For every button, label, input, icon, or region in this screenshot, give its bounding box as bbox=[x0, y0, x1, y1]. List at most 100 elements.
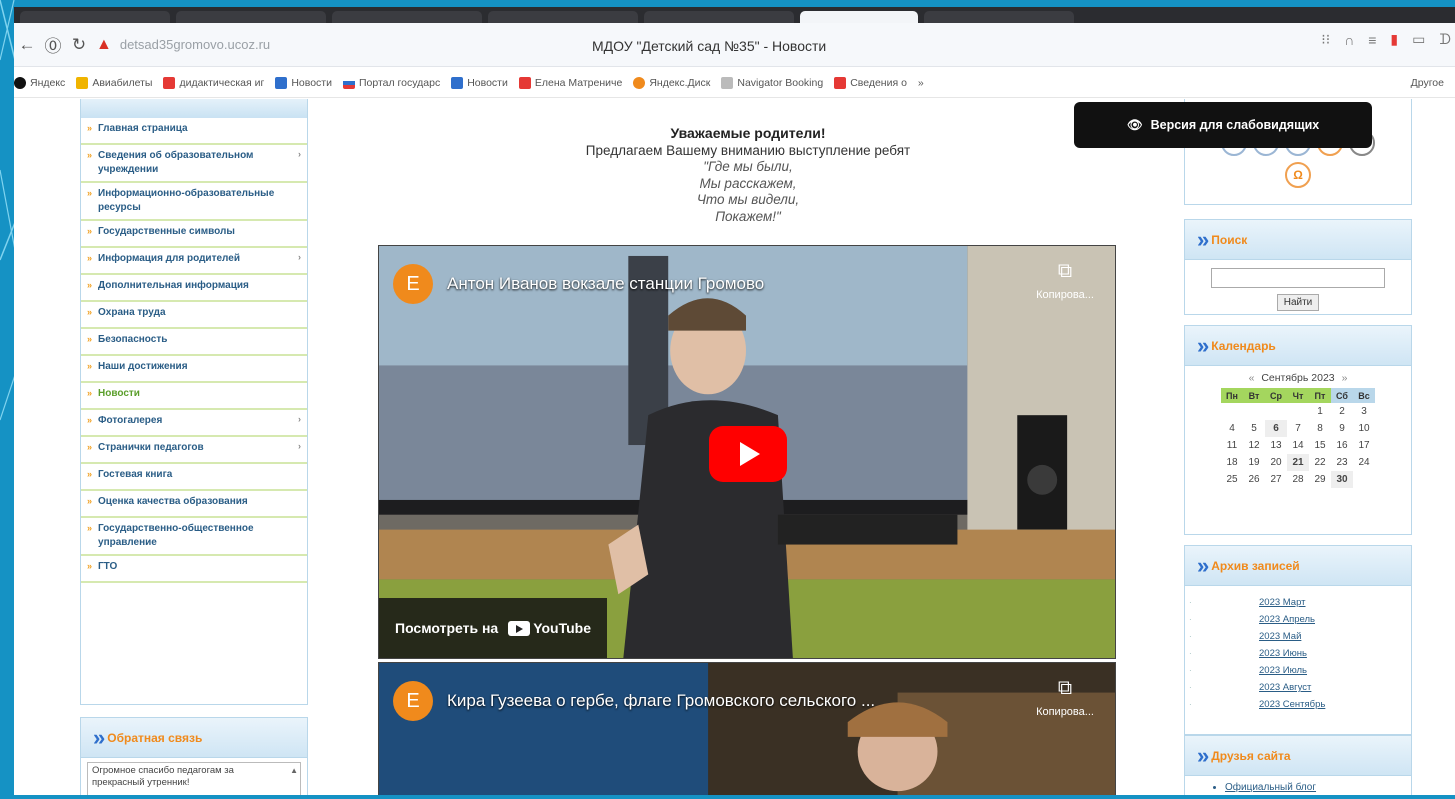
sidebar-item[interactable]: » Главная страница bbox=[81, 118, 307, 145]
browser-tab[interactable] bbox=[488, 11, 638, 23]
calendar-day: 17 bbox=[1358, 440, 1370, 451]
archive-link[interactable]: 2023 Март bbox=[1259, 597, 1306, 608]
browser-tab[interactable] bbox=[176, 11, 326, 23]
bullet-icon: » bbox=[87, 469, 93, 479]
reader-icon[interactable]: ≡ bbox=[1368, 32, 1376, 48]
submenu-arrow-icon: › bbox=[298, 149, 301, 159]
bullet-icon: » bbox=[87, 188, 93, 198]
calendar-day: 22 bbox=[1314, 457, 1326, 468]
sidebar-item-label: Гостевая книга bbox=[98, 469, 173, 480]
news-intro: Уважаемые родители! Предлагаем Вашему вн… bbox=[378, 99, 1118, 225]
prev-month-icon[interactable]: « bbox=[1249, 372, 1255, 384]
bullet-icon: » bbox=[87, 123, 93, 133]
yandex-protect-icon[interactable]: ⓪ bbox=[40, 32, 66, 58]
sidebar-item[interactable]: » Гостевая книга bbox=[81, 464, 307, 491]
bookmark-icon[interactable]: ▮ bbox=[1390, 31, 1398, 48]
sidebar-item[interactable]: » Наши достижения bbox=[81, 356, 307, 383]
news-icon bbox=[275, 76, 288, 89]
bookmark-item[interactable]: Яндекс bbox=[14, 76, 65, 89]
bullet-icon: » bbox=[87, 496, 93, 506]
list-item: · 2023 Июнь bbox=[1185, 645, 1411, 662]
bookmark-item[interactable]: Авиабилеты bbox=[76, 76, 152, 89]
archive-link[interactable]: 2023 Май bbox=[1259, 631, 1301, 642]
other-bookmarks[interactable]: Другое bbox=[1404, 76, 1444, 89]
bookmark-item[interactable]: Новости bbox=[275, 76, 332, 89]
bookmark-item[interactable]: Новости bbox=[451, 76, 508, 89]
sidebar-item[interactable]: » Фотогалерея › bbox=[81, 410, 307, 437]
watch-on-youtube-button[interactable]: Посмотреть на YouTube bbox=[379, 598, 608, 658]
search-block: » Поиск Найти bbox=[1184, 219, 1412, 315]
extensions-icon[interactable]: ⁝⁝ bbox=[1321, 31, 1330, 48]
reload-icon[interactable]: ↻ bbox=[66, 32, 92, 58]
calendar-day: 5 bbox=[1251, 423, 1257, 434]
youtube-logo: YouTube bbox=[508, 620, 591, 636]
youtube-embed[interactable]: E Кира Гузеева о гербе, флаге Громовског… bbox=[378, 662, 1116, 795]
sidebar-item[interactable]: » Государственные символы bbox=[81, 221, 307, 248]
browser-tab[interactable] bbox=[20, 11, 170, 23]
sidebar-item-label: Странички педагогов bbox=[98, 442, 204, 453]
browser-tab-strip bbox=[14, 7, 1455, 23]
sidebar-item[interactable]: » Охрана труда bbox=[81, 302, 307, 329]
bookmark-item[interactable]: Портал государс bbox=[342, 76, 440, 89]
calendar-day[interactable]: 6 bbox=[1265, 420, 1287, 437]
warning-icon[interactable]: ▲ bbox=[96, 36, 112, 54]
bookmark-item[interactable]: дидактическая иг bbox=[163, 76, 264, 89]
youtube-embed[interactable]: E Антон Иванов вокзале станции Громово ⧉… bbox=[378, 245, 1116, 659]
back-icon[interactable]: ← bbox=[14, 32, 40, 58]
sidebar-item[interactable]: » Оценка качества образования bbox=[81, 491, 307, 518]
play-button[interactable] bbox=[709, 426, 787, 482]
friends-link[interactable]: Официальный блог bbox=[1225, 782, 1316, 793]
archive-link[interactable]: 2023 Июнь bbox=[1259, 648, 1307, 659]
bookmark-item[interactable]: Елена Матрениче bbox=[518, 76, 622, 89]
video-title[interactable]: Кира Гузеева о гербе, флаге Громовского … bbox=[447, 691, 875, 711]
sidebar-item[interactable]: » Дополнительная информация bbox=[81, 275, 307, 302]
list-item: · 2023 Июль bbox=[1185, 662, 1411, 679]
bullet-icon: » bbox=[87, 415, 93, 425]
calendar-day bbox=[1353, 471, 1375, 488]
battery-icon[interactable]: ▭ bbox=[1412, 31, 1425, 48]
feedback-textarea[interactable]: Огромное спасибо педагогам за прекрасный… bbox=[87, 762, 301, 795]
accessibility-version-button[interactable]: 👁 Версия для слабовидящих bbox=[1074, 102, 1372, 148]
calendar-day[interactable]: 30 bbox=[1331, 471, 1353, 488]
archive-link[interactable]: 2023 Август bbox=[1259, 682, 1311, 693]
channel-avatar[interactable]: E bbox=[393, 681, 433, 721]
sidebar-item[interactable]: » Информация для родителей › bbox=[81, 248, 307, 275]
ok-icon[interactable]: Ω bbox=[1285, 162, 1311, 188]
browser-tab-active[interactable] bbox=[800, 11, 918, 23]
youtube-icon bbox=[834, 76, 847, 89]
sidebar-item[interactable]: » ГТО bbox=[81, 556, 307, 583]
profile-icon[interactable]: ᗪ bbox=[1439, 31, 1451, 48]
sidebar-item[interactable]: » Информационно-образовательные ресурсы bbox=[81, 183, 307, 221]
next-month-icon[interactable]: » bbox=[1342, 372, 1348, 384]
list-item: · 2023 Март bbox=[1185, 594, 1411, 611]
chevron-icon: » bbox=[1197, 742, 1210, 768]
sidebar-item-label: Оценка качества образования bbox=[98, 496, 248, 507]
scroll-up-icon[interactable]: ▲ bbox=[290, 765, 298, 777]
archive-list: · 2023 Март · 2023 Апрель · 2023 Май · 2023 Июн… bbox=[1185, 594, 1411, 713]
sidebar-item[interactable]: » Сведения об образовательном учреждении › bbox=[81, 145, 307, 183]
bookmark-item[interactable]: Navigator Booking bbox=[721, 76, 823, 89]
video-title[interactable]: Антон Иванов вокзале станции Громово bbox=[447, 274, 764, 294]
browser-tab[interactable] bbox=[644, 11, 794, 23]
headphones-icon[interactable]: ∩ bbox=[1344, 32, 1354, 48]
sidebar-item[interactable]: » Новости bbox=[81, 383, 307, 410]
archive-link[interactable]: 2023 Июль bbox=[1259, 665, 1307, 676]
search-button[interactable]: Найти bbox=[1276, 294, 1320, 311]
sidebar-item[interactable]: » Странички педагогов › bbox=[81, 437, 307, 464]
browser-tab[interactable] bbox=[924, 11, 1074, 23]
channel-avatar[interactable]: E bbox=[393, 264, 433, 304]
url-field[interactable]: ▲ detsad35gromovo.ucoz.ru bbox=[96, 36, 270, 54]
sidebar-item[interactable]: » Государственно-общественное управление bbox=[81, 518, 307, 556]
copy-link-button[interactable]: ⧉ Копирова... bbox=[1025, 677, 1105, 718]
browser-tab[interactable] bbox=[332, 11, 482, 23]
archive-link[interactable]: 2023 Апрель bbox=[1259, 614, 1315, 625]
more-bookmarks-icon[interactable]: » bbox=[918, 77, 924, 89]
archive-link[interactable]: 2023 Сентябрь bbox=[1259, 699, 1325, 710]
search-input[interactable] bbox=[1211, 268, 1385, 288]
bookmark-item[interactable]: Сведения о bbox=[834, 76, 907, 89]
bookmarks-bar: Яндекс Авиабилеты дидактическая иг Новос… bbox=[14, 68, 1455, 98]
calendar-day[interactable]: 21 bbox=[1287, 454, 1309, 471]
copy-link-button[interactable]: ⧉ Копирова... bbox=[1025, 260, 1105, 301]
sidebar-item[interactable]: » Безопасность bbox=[81, 329, 307, 356]
bookmark-item[interactable]: Яндекс.Диск bbox=[633, 76, 710, 89]
